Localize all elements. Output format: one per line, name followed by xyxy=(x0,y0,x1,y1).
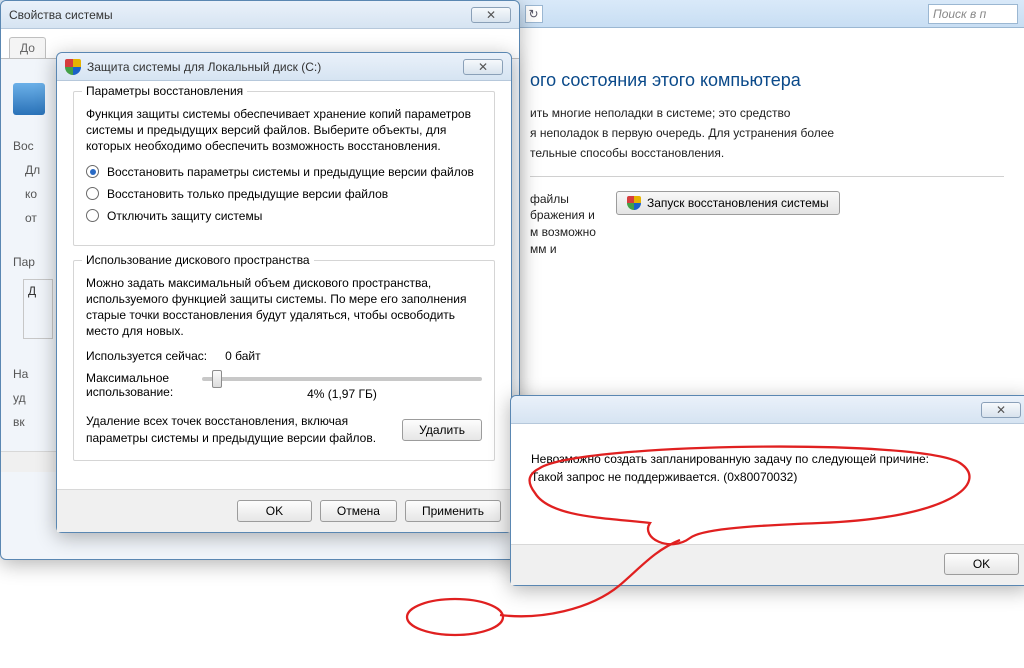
drive-list-fragment: Д xyxy=(23,279,53,339)
cancel-button[interactable]: Отмена xyxy=(320,500,397,522)
window-title: Свойства системы xyxy=(9,8,113,22)
error-message-line: Такой запрос не поддерживается. (0x80070… xyxy=(531,468,1009,486)
page-heading: ого состояния этого компьютера xyxy=(530,70,1004,91)
body-line: ить многие неполадки в системе; это сред… xyxy=(530,105,1004,121)
radio-label: Восстановить параметры системы и предыду… xyxy=(107,165,474,179)
divider xyxy=(530,176,1004,177)
delete-button[interactable]: Удалить xyxy=(402,419,482,441)
radio-icon xyxy=(86,165,99,178)
radio-icon xyxy=(86,187,99,200)
system-restore-button[interactable]: Запуск восстановления системы xyxy=(616,191,840,215)
monitor-icon xyxy=(13,83,45,115)
body-line: тельные способы восстановления. xyxy=(530,145,1004,161)
error-dialog: ✕ Невозможно создать запланированную зад… xyxy=(510,395,1024,586)
usage-value: 0 байт xyxy=(225,349,260,363)
protection-footer: OK Отмена Применить xyxy=(57,489,511,532)
slider-value: 4% (1,97 ГБ) xyxy=(202,387,482,401)
group-title: Параметры восстановления xyxy=(82,84,247,98)
system-restore-text: файлы бражения и м возможно мм и xyxy=(530,191,596,258)
radio-restore-all[interactable]: Восстановить параметры системы и предыду… xyxy=(86,165,482,179)
system-properties-titlebar[interactable]: Свойства системы ✕ xyxy=(1,1,519,29)
max-usage-label: Максимальное использование: xyxy=(86,371,190,399)
recovery-content: ого состояния этого компьютера ить многи… xyxy=(520,60,1014,268)
delete-restore-points-row: Удаление всех точек восстановления, вклю… xyxy=(86,413,482,445)
ok-button[interactable]: OK xyxy=(237,500,312,522)
protection-settings-dialog: Защита системы для Локальный диск (C:) ✕… xyxy=(56,52,512,533)
page-body: ить многие неполадки в системе; это сред… xyxy=(530,105,1004,162)
delete-description: Удаление всех точек восстановления, вклю… xyxy=(86,413,390,445)
usage-slider[interactable] xyxy=(202,377,482,381)
close-icon[interactable]: ✕ xyxy=(463,59,503,75)
refresh-icon[interactable]: ↻ xyxy=(525,5,543,23)
error-footer: OK xyxy=(511,544,1024,585)
slider-thumb[interactable] xyxy=(212,370,222,388)
usage-label: Используется сейчас: xyxy=(86,349,207,363)
drive-letter: Д xyxy=(28,284,48,298)
radio-label: Восстановить только предыдущие версии фа… xyxy=(107,187,388,201)
ok-button[interactable]: OK xyxy=(944,553,1019,575)
radio-disable[interactable]: Отключить защиту системы xyxy=(86,209,482,223)
system-restore-row: файлы бражения и м возможно мм и Запуск … xyxy=(530,191,1004,258)
shield-icon xyxy=(627,196,641,210)
apply-button[interactable]: Применить xyxy=(405,500,501,522)
protection-body: Параметры восстановления Функция защиты … xyxy=(57,81,511,489)
radio-icon xyxy=(86,209,99,222)
error-message-line: Невозможно создать запланированную задач… xyxy=(531,450,1009,468)
group-title: Использование дискового пространства xyxy=(82,253,314,267)
group-description: Можно задать максимальный объем дисковог… xyxy=(86,275,482,340)
restore-settings-group: Параметры восстановления Функция защиты … xyxy=(73,91,495,246)
error-titlebar[interactable]: ✕ xyxy=(511,396,1024,424)
body-line: я неполадок в первую очередь. Для устран… xyxy=(530,125,1004,141)
error-body: Невозможно создать запланированную задач… xyxy=(511,424,1024,544)
current-usage-row: Используется сейчас: 0 байт xyxy=(86,349,482,363)
close-icon[interactable]: ✕ xyxy=(981,402,1021,418)
tab-truncated[interactable]: До xyxy=(9,37,46,58)
system-restore-button-label: Запуск восстановления системы xyxy=(647,196,829,210)
protection-titlebar[interactable]: Защита системы для Локальный диск (C:) ✕ xyxy=(57,53,511,81)
radio-label: Отключить защиту системы xyxy=(107,209,262,223)
shield-icon xyxy=(65,59,81,75)
dialog-title: Защита системы для Локальный диск (C:) xyxy=(87,60,321,74)
disk-usage-group: Использование дискового пространства Мож… xyxy=(73,260,495,461)
group-description: Функция защиты системы обеспечивает хран… xyxy=(86,106,482,155)
radio-restore-files[interactable]: Восстановить только предыдущие версии фа… xyxy=(86,187,482,201)
close-icon[interactable]: ✕ xyxy=(471,7,511,23)
max-usage-row: Максимальное использование: 4% (1,97 ГБ) xyxy=(86,371,482,401)
search-input[interactable]: Поиск в п xyxy=(928,4,1018,24)
